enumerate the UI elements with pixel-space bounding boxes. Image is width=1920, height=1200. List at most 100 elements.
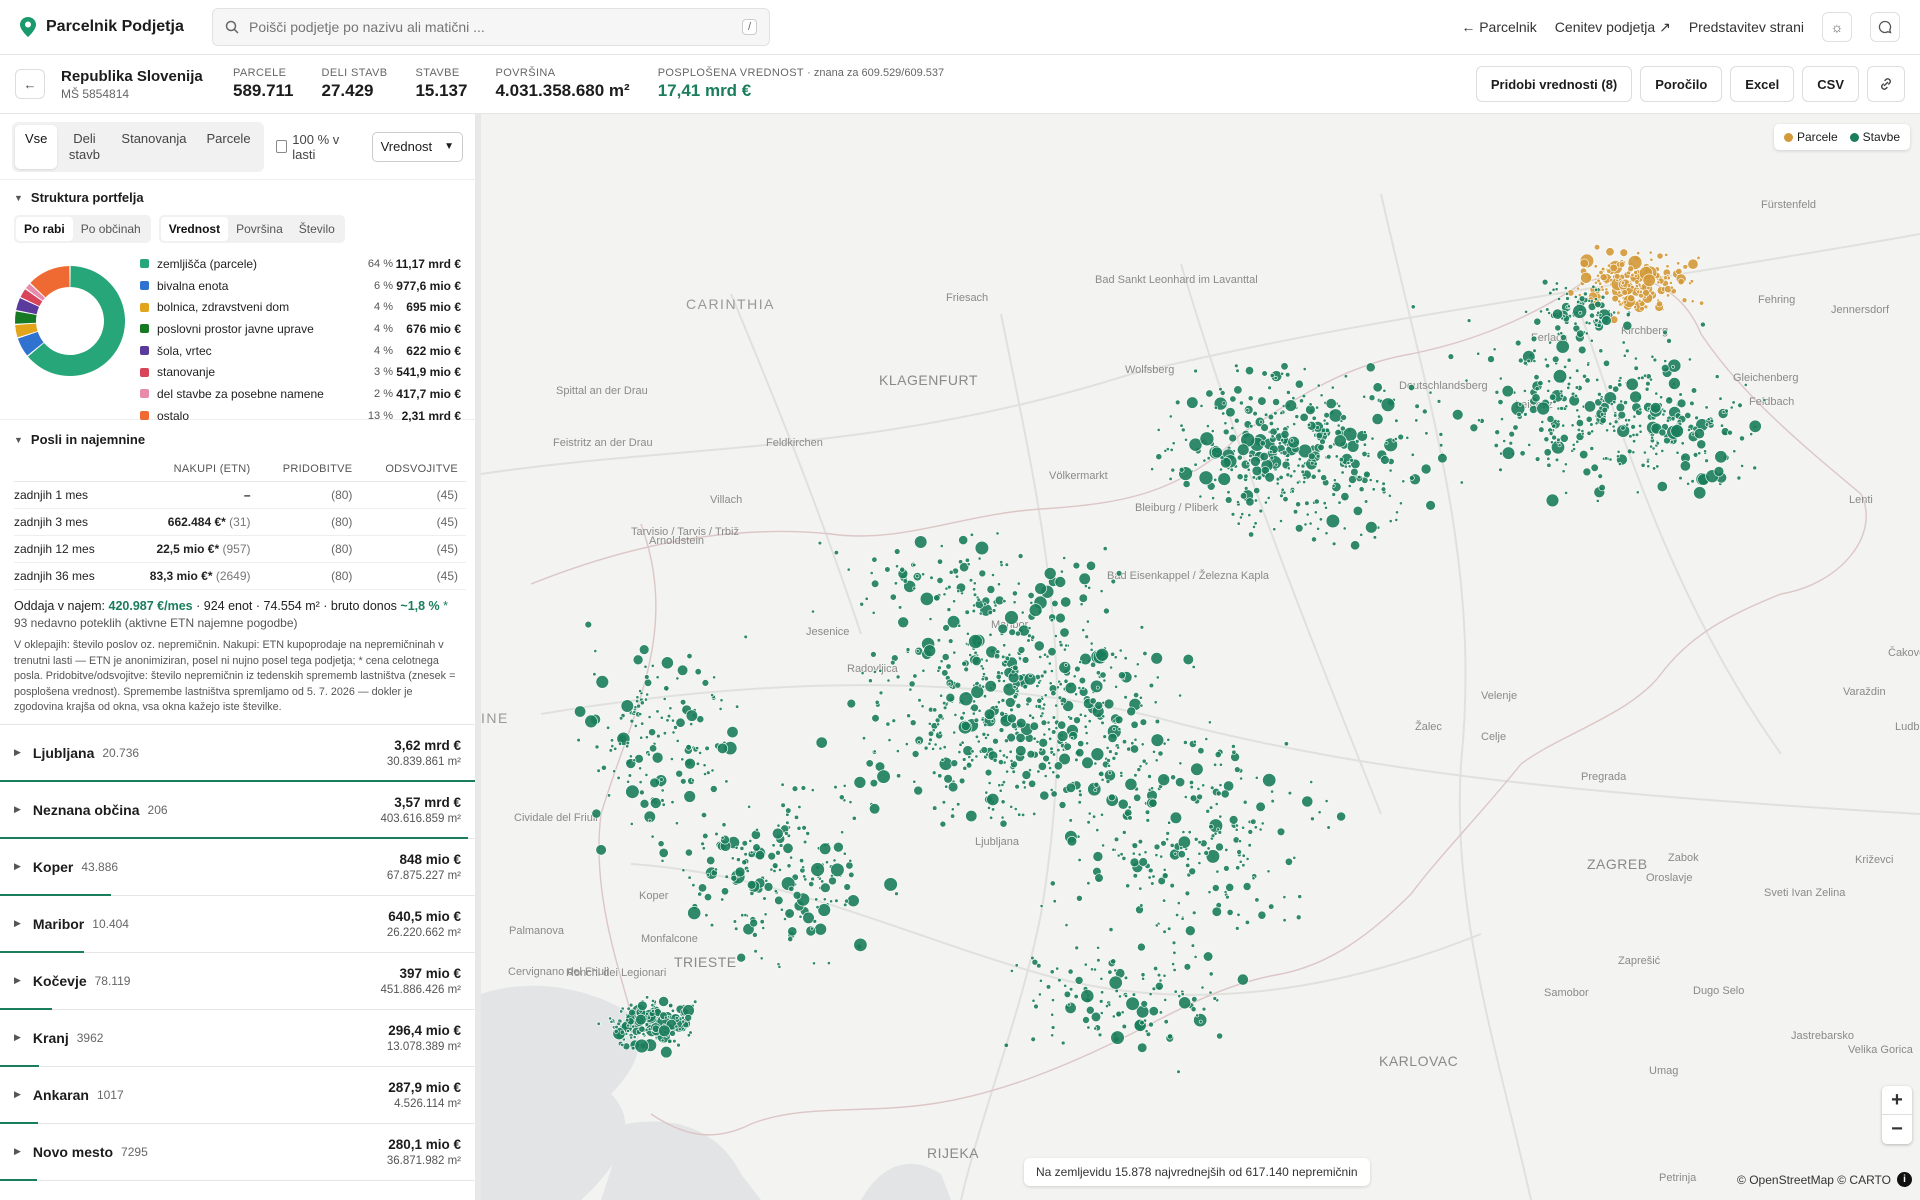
property-marker[interactable] xyxy=(1643,373,1648,378)
chat-button[interactable] xyxy=(1870,12,1900,42)
property-marker[interactable] xyxy=(683,790,696,803)
property-marker[interactable] xyxy=(1086,881,1091,886)
property-marker[interactable] xyxy=(663,1015,668,1020)
property-marker[interactable] xyxy=(1110,1030,1125,1045)
property-marker[interactable] xyxy=(983,722,988,728)
property-marker[interactable] xyxy=(1100,777,1105,782)
property-marker[interactable] xyxy=(1626,448,1633,455)
property-marker[interactable] xyxy=(950,813,956,819)
property-marker[interactable] xyxy=(1154,853,1159,858)
property-marker[interactable] xyxy=(805,831,811,836)
property-marker[interactable] xyxy=(1202,458,1207,463)
property-marker[interactable] xyxy=(1058,642,1064,648)
property-marker[interactable] xyxy=(921,668,926,673)
property-marker[interactable] xyxy=(1178,693,1183,698)
property-marker[interactable] xyxy=(633,724,638,728)
property-marker[interactable] xyxy=(1297,894,1303,899)
property-marker[interactable] xyxy=(1118,671,1126,680)
property-marker[interactable] xyxy=(628,1008,636,1017)
property-marker[interactable] xyxy=(933,742,938,747)
property-marker[interactable] xyxy=(1233,417,1240,424)
property-marker[interactable] xyxy=(613,746,618,751)
property-marker[interactable] xyxy=(610,744,615,749)
property-marker[interactable] xyxy=(734,926,739,931)
property-marker[interactable] xyxy=(834,898,839,903)
csv-button[interactable]: CSV xyxy=(1802,66,1859,102)
property-marker[interactable] xyxy=(632,1035,637,1039)
property-marker[interactable] xyxy=(1348,475,1357,484)
property-marker[interactable] xyxy=(1331,492,1336,497)
full-ownership-checkbox[interactable]: 100 % v lasti xyxy=(275,132,358,162)
property-marker[interactable] xyxy=(1172,950,1177,955)
property-marker[interactable] xyxy=(1563,364,1568,369)
property-marker[interactable] xyxy=(747,880,757,890)
legend-row[interactable]: ostalo 13 % 2,31 mrd € xyxy=(140,405,461,427)
property-marker[interactable] xyxy=(972,592,978,597)
property-marker[interactable] xyxy=(1154,981,1164,991)
property-marker[interactable] xyxy=(1575,418,1584,427)
property-marker[interactable] xyxy=(1640,462,1646,468)
property-marker[interactable] xyxy=(1616,454,1620,459)
property-marker[interactable] xyxy=(1595,498,1600,503)
property-marker[interactable] xyxy=(1598,270,1604,276)
property-marker[interactable] xyxy=(1249,424,1254,429)
property-marker[interactable] xyxy=(1371,487,1376,492)
property-marker[interactable] xyxy=(1050,1012,1055,1017)
property-marker[interactable] xyxy=(801,825,807,831)
property-marker[interactable] xyxy=(1187,830,1192,835)
property-marker[interactable] xyxy=(883,877,898,892)
property-marker[interactable] xyxy=(1268,420,1274,426)
property-marker[interactable] xyxy=(1554,281,1559,286)
property-marker[interactable] xyxy=(810,876,815,882)
property-marker[interactable] xyxy=(1294,524,1304,533)
property-marker[interactable] xyxy=(1004,610,1019,625)
property-marker[interactable] xyxy=(1100,720,1105,726)
property-marker[interactable] xyxy=(1002,679,1006,683)
property-marker[interactable] xyxy=(1594,421,1599,426)
property-marker[interactable] xyxy=(1133,737,1138,742)
property-marker[interactable] xyxy=(1286,466,1291,471)
property-marker[interactable] xyxy=(1051,770,1056,775)
property-marker[interactable] xyxy=(1105,779,1111,784)
property-marker[interactable] xyxy=(1081,686,1086,691)
property-marker[interactable] xyxy=(1572,447,1577,452)
property-marker[interactable] xyxy=(1183,963,1192,971)
property-marker[interactable] xyxy=(1107,763,1112,768)
app-logo[interactable]: Parcelnik Podjetja xyxy=(20,17,192,37)
property-marker[interactable] xyxy=(1058,682,1063,687)
property-marker[interactable] xyxy=(608,1016,613,1021)
property-marker[interactable] xyxy=(1237,973,1249,986)
property-marker[interactable] xyxy=(635,699,640,704)
property-marker[interactable] xyxy=(1317,810,1322,815)
property-marker[interactable] xyxy=(1068,818,1073,823)
property-marker[interactable] xyxy=(1078,572,1091,585)
property-marker[interactable] xyxy=(1043,693,1048,698)
property-marker[interactable] xyxy=(1197,840,1202,845)
property-marker[interactable] xyxy=(817,541,823,546)
property-marker[interactable] xyxy=(936,722,941,727)
property-marker[interactable] xyxy=(869,803,881,815)
property-marker[interactable] xyxy=(1176,901,1181,906)
property-marker[interactable] xyxy=(1560,334,1567,341)
property-marker[interactable] xyxy=(1568,394,1580,407)
property-marker[interactable] xyxy=(1512,424,1519,431)
property-marker[interactable] xyxy=(1306,422,1312,428)
property-marker[interactable] xyxy=(1549,393,1557,401)
property-marker[interactable] xyxy=(1213,762,1218,767)
property-marker[interactable] xyxy=(1042,754,1050,763)
property-marker[interactable] xyxy=(912,673,918,679)
property-marker[interactable] xyxy=(797,804,802,809)
property-marker[interactable] xyxy=(1311,415,1317,421)
property-marker[interactable] xyxy=(872,749,877,754)
property-marker[interactable] xyxy=(819,842,832,855)
property-marker[interactable] xyxy=(965,809,978,822)
property-marker[interactable] xyxy=(1231,744,1236,749)
property-marker[interactable] xyxy=(1226,490,1231,495)
property-marker[interactable] xyxy=(1241,825,1246,830)
property-marker[interactable] xyxy=(1295,914,1302,921)
property-marker[interactable] xyxy=(641,1032,646,1036)
property-marker[interactable] xyxy=(1049,880,1056,887)
property-marker[interactable] xyxy=(842,783,847,788)
property-marker[interactable] xyxy=(1662,409,1667,414)
property-marker[interactable] xyxy=(1310,816,1315,822)
